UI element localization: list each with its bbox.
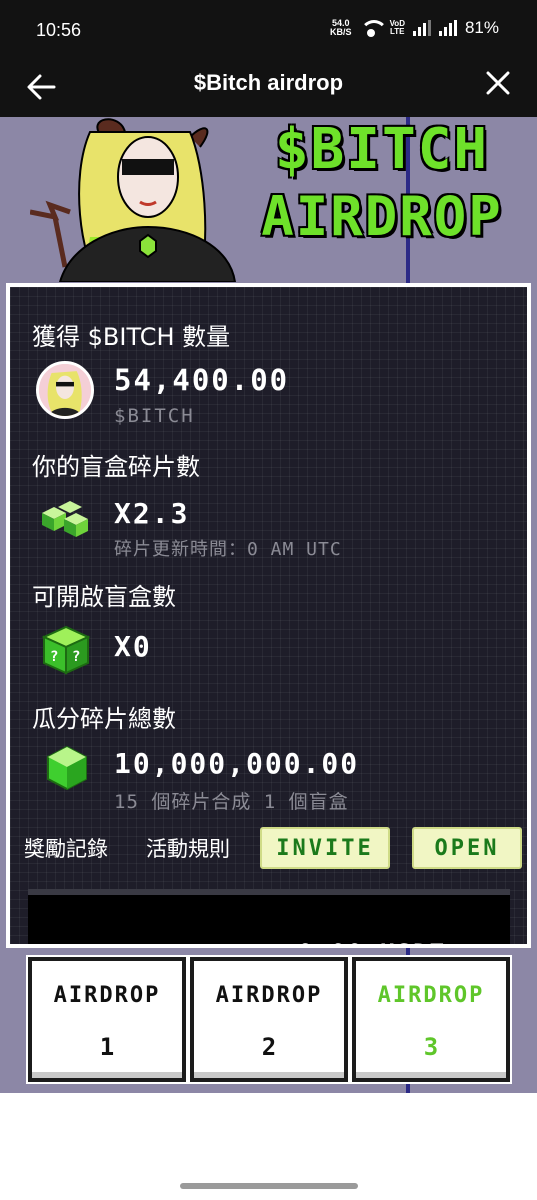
avatar xyxy=(36,361,94,419)
signal-icon xyxy=(412,20,431,36)
home-indicator[interactable] xyxy=(180,1183,358,1189)
tab-airdrop-1-label: AIRDROP xyxy=(53,983,161,1008)
page-title: $Bitch airdrop xyxy=(193,70,344,95)
record-value: 0.00 USDT xyxy=(298,939,446,944)
shards-label: 你的盲盒碎片數 xyxy=(32,453,200,481)
gem-icon xyxy=(47,745,87,791)
tab-airdrop-2-label: AIRDROP xyxy=(215,983,323,1008)
tab-airdrop-1[interactable]: AIRDROP 1 xyxy=(28,957,186,1082)
network-speed: 54.0 KB/S xyxy=(330,18,352,37)
earned-unit: $BITCH xyxy=(114,405,195,427)
rules-link[interactable]: 活動規則 xyxy=(146,833,230,863)
invite-button[interactable]: INVITE xyxy=(260,827,390,869)
svg-text:?: ? xyxy=(72,649,80,665)
earned-amount: 54,400.00 xyxy=(114,363,290,397)
app-header: $Bitch airdrop xyxy=(0,62,537,117)
tab-airdrop-2-number: 2 xyxy=(261,1033,277,1061)
banner-title: $BITCH AIRDROP xyxy=(232,117,532,257)
record-preview: 0.00 USDT xyxy=(28,889,510,944)
banner-title-line2: AIRDROP xyxy=(261,185,503,248)
battery-level: 81% xyxy=(464,18,499,37)
status-bar: 10:56 54.0 KB/S VoD LTE 81% xyxy=(0,0,537,62)
airdrop-stage: $BITCH AIRDROP 獲得 $BITCH 數量 54,400.00 $B… xyxy=(0,117,537,1093)
shard-update-note: 碎片更新時間：0 AM UTC xyxy=(114,539,342,560)
boxes-label: 可開啟盲盒數 xyxy=(32,583,176,611)
top-bar: 10:56 54.0 KB/S VoD LTE 81% $Bitch airdr… xyxy=(0,0,537,117)
total-note: 15 個碎片合成 1 個盲盒 xyxy=(114,791,349,813)
signal-icon xyxy=(438,20,457,36)
character-illustration xyxy=(30,118,237,282)
earned-label: 獲得 $BITCH 數量 xyxy=(32,323,231,351)
shard-count: X2.3 xyxy=(114,497,190,530)
close-icon[interactable] xyxy=(485,70,511,96)
total-amount: 10,000,000.00 xyxy=(114,747,360,780)
tab-airdrop-3-label: AIRDROP xyxy=(377,983,485,1008)
open-button[interactable]: OPEN xyxy=(412,827,522,869)
wifi-icon xyxy=(359,20,388,37)
mystery-box-icon: ? ? xyxy=(41,625,91,675)
action-row: 獎勵記錄 活動規則 INVITE OPEN xyxy=(24,827,527,871)
tab-airdrop-3[interactable]: AIRDROP 3 xyxy=(352,957,510,1082)
banner-title-line1: $BITCH xyxy=(274,117,490,182)
svg-text:?: ? xyxy=(50,649,58,665)
box-count: X0 xyxy=(114,630,152,663)
total-label: 瓜分碎片總數 xyxy=(32,705,176,733)
airdrop-panel: 獲得 $BITCH 數量 54,400.00 $BITCH 你的盲盒碎片數 X2… xyxy=(6,283,531,948)
tab-airdrop-3-number: 3 xyxy=(423,1033,439,1061)
tab-airdrop-1-number: 1 xyxy=(99,1033,115,1061)
status-time: 10:56 xyxy=(36,20,82,40)
shard-icon xyxy=(42,501,88,537)
rewards-record-link[interactable]: 獎勵記錄 xyxy=(24,833,108,863)
volte-icon: VoD LTE xyxy=(389,19,405,36)
tab-airdrop-2[interactable]: AIRDROP 2 xyxy=(190,957,348,1082)
status-icons: 54.0 KB/S VoD LTE 81% xyxy=(330,18,499,38)
